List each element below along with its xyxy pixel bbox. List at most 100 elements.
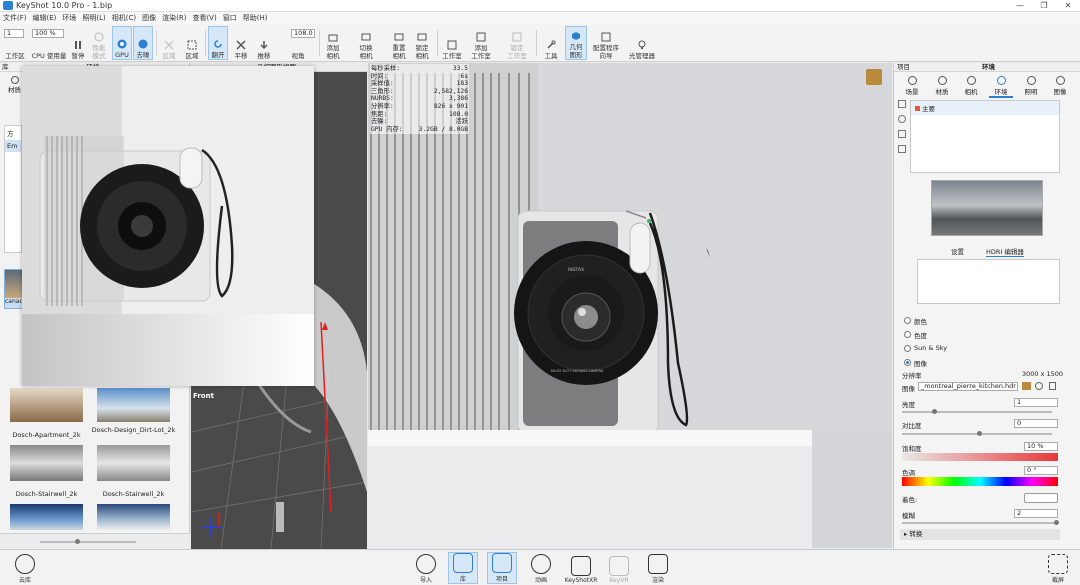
- menu-camera[interactable]: 相机(C): [112, 13, 136, 23]
- env-thumb-dirt-lot[interactable]: [97, 388, 170, 422]
- zoom-select[interactable]: 100 %: [32, 29, 64, 38]
- menu-image[interactable]: 图像: [142, 13, 156, 23]
- cloud-library-button[interactable]: 云库: [10, 552, 40, 584]
- materials-tab-label: 材质: [8, 86, 21, 94]
- env-thumb-stairwell-2[interactable]: [97, 445, 170, 481]
- transform-section-header[interactable]: ▸ 转换: [900, 529, 1060, 540]
- library-button[interactable]: 库: [448, 552, 478, 584]
- switch-camera-button[interactable]: 切换 相机: [355, 26, 377, 60]
- hue-input[interactable]: 0 °: [1024, 466, 1058, 475]
- tab-image[interactable]: 图像: [1048, 76, 1072, 96]
- menu-view[interactable]: 查看(V): [192, 13, 216, 23]
- project-button[interactable]: 项目: [487, 552, 517, 584]
- tools-button[interactable]: 工具: [541, 26, 561, 60]
- fov-button[interactable]: 视角: [286, 40, 310, 60]
- brightness-slider[interactable]: [902, 411, 1052, 413]
- cpu-usage-button[interactable]: CPU 使用量: [29, 40, 69, 60]
- render-button[interactable]: 渲染: [643, 552, 673, 584]
- radio-image[interactable]: [904, 359, 911, 366]
- saturation-input[interactable]: 10 %: [1024, 442, 1058, 451]
- radio-tint[interactable]: [904, 331, 911, 338]
- env-thumb-apartment[interactable]: [10, 388, 83, 422]
- tab-materials[interactable]: 材质: [930, 76, 954, 96]
- tab-camera[interactable]: 相机: [959, 76, 983, 96]
- screenshot-button[interactable]: 截屏: [1043, 552, 1073, 584]
- menu-edit[interactable]: 编辑(E): [33, 13, 57, 23]
- menu-window[interactable]: 窗口: [223, 13, 237, 23]
- add-camera-button[interactable]: 添加 相机: [322, 26, 344, 60]
- blur-knob[interactable]: [1054, 520, 1059, 525]
- add-studio-button[interactable]: 添加 工作室: [469, 26, 493, 60]
- workspace-select[interactable]: 1: [4, 29, 24, 38]
- render-viewport[interactable]: INSTAX MULTI SLOT INSTANT CAMERA 每秒采样: 33…: [368, 63, 892, 548]
- region-button-1[interactable]: 区域: [159, 26, 179, 60]
- fov-input[interactable]: 108.0: [291, 29, 315, 38]
- flip-button[interactable]: 翻开: [208, 26, 228, 60]
- tab-environment[interactable]: 环境: [989, 76, 1013, 98]
- delete-env-icon[interactable]: [898, 145, 906, 153]
- tab-lighting[interactable]: 照明: [1019, 76, 1043, 96]
- performance-mode-button[interactable]: 性能 模式: [89, 26, 109, 60]
- thumbnail-size-knob[interactable]: [75, 539, 80, 544]
- brightness-knob[interactable]: [932, 409, 937, 414]
- gpu-button[interactable]: GPU: [112, 26, 132, 60]
- workspace-button[interactable]: 工作区: [4, 40, 26, 60]
- animation-button[interactable]: 动画: [526, 552, 556, 584]
- image-file-field[interactable]: _montreal_pierre_kitchen.hdr: [918, 382, 1018, 391]
- minimize-button[interactable]: —: [1008, 1, 1032, 10]
- radio-sun-sky[interactable]: [904, 345, 911, 352]
- close-button[interactable]: ✕: [1056, 1, 1080, 10]
- lock-studio-button[interactable]: 锁定 工作室: [505, 26, 529, 60]
- tint-color-swatch[interactable]: [1024, 493, 1058, 503]
- pause-button[interactable]: 暂停: [69, 26, 87, 60]
- hdri-preview[interactable]: [931, 180, 1043, 236]
- add-env-icon[interactable]: [898, 100, 906, 108]
- reset-camera-button[interactable]: 重置 相机: [388, 26, 410, 60]
- menu-environment[interactable]: 环境: [62, 13, 76, 23]
- contrast-input[interactable]: 0: [1014, 419, 1058, 428]
- radio-color[interactable]: [904, 317, 911, 324]
- menu-help[interactable]: 帮助(H): [243, 13, 268, 23]
- push-button[interactable]: 推移: [254, 26, 274, 60]
- thumbnail-size-slider[interactable]: [40, 541, 136, 543]
- blur-slider[interactable]: [902, 522, 1058, 524]
- hue-slider[interactable]: [902, 477, 1058, 486]
- tree-item[interactable]: Em: [5, 140, 21, 152]
- tab-scene[interactable]: 场景: [900, 76, 924, 96]
- denoise-button[interactable]: 去噪: [133, 26, 153, 60]
- performance-badge-icon[interactable]: [866, 69, 882, 85]
- resolution-value: 3000 x 1500: [1022, 370, 1064, 378]
- lock-camera-button[interactable]: 锁定 相机: [411, 26, 433, 60]
- menu-render[interactable]: 渲染(R): [162, 13, 186, 23]
- library-tab-materials[interactable]: 材质: [8, 76, 21, 94]
- lock-camera-label-2: 相机: [415, 52, 429, 60]
- import-button[interactable]: 导入: [411, 552, 441, 584]
- subtab-settings[interactable]: 设置: [951, 246, 964, 256]
- config-wizard-button[interactable]: 配置程序 向导: [590, 26, 622, 60]
- menu-lighting[interactable]: 照明(L): [82, 13, 105, 23]
- keyshotxr-button[interactable]: KeyShotXR: [565, 552, 597, 584]
- blur-input[interactable]: 2: [1014, 509, 1058, 518]
- studio-button[interactable]: 工作室: [440, 26, 464, 60]
- region-button-2[interactable]: 区域: [182, 26, 202, 60]
- saturation-slider[interactable]: [902, 453, 1058, 461]
- env-list-item[interactable]: 主要: [911, 101, 1059, 115]
- subtab-hdri-editor[interactable]: HDRI 编辑器: [986, 246, 1024, 257]
- pan-button[interactable]: 平移: [231, 26, 251, 60]
- env-settings-icon[interactable]: [898, 115, 906, 123]
- keyvr-button[interactable]: KeyVR: [604, 552, 634, 584]
- refresh-icon[interactable]: [1035, 382, 1043, 390]
- maximize-button[interactable]: ❐: [1032, 1, 1056, 10]
- contrast-knob[interactable]: [977, 431, 982, 436]
- brightness-input[interactable]: 1: [1014, 398, 1058, 407]
- delete-icon[interactable]: [1049, 382, 1056, 390]
- tree-item[interactable]: 方: [5, 126, 21, 140]
- env-thumb-sky[interactable]: [10, 504, 83, 530]
- menu-file[interactable]: 文件(F): [3, 13, 27, 23]
- env-thumb-sky-2[interactable]: [97, 504, 170, 530]
- light-manager-button[interactable]: 光管理器: [626, 26, 658, 60]
- folder-icon[interactable]: [1022, 382, 1031, 390]
- duplicate-env-icon[interactable]: [898, 130, 906, 138]
- geometry-view-button[interactable]: 几何 图形: [565, 26, 587, 60]
- env-thumb-stairwell[interactable]: [10, 445, 83, 481]
